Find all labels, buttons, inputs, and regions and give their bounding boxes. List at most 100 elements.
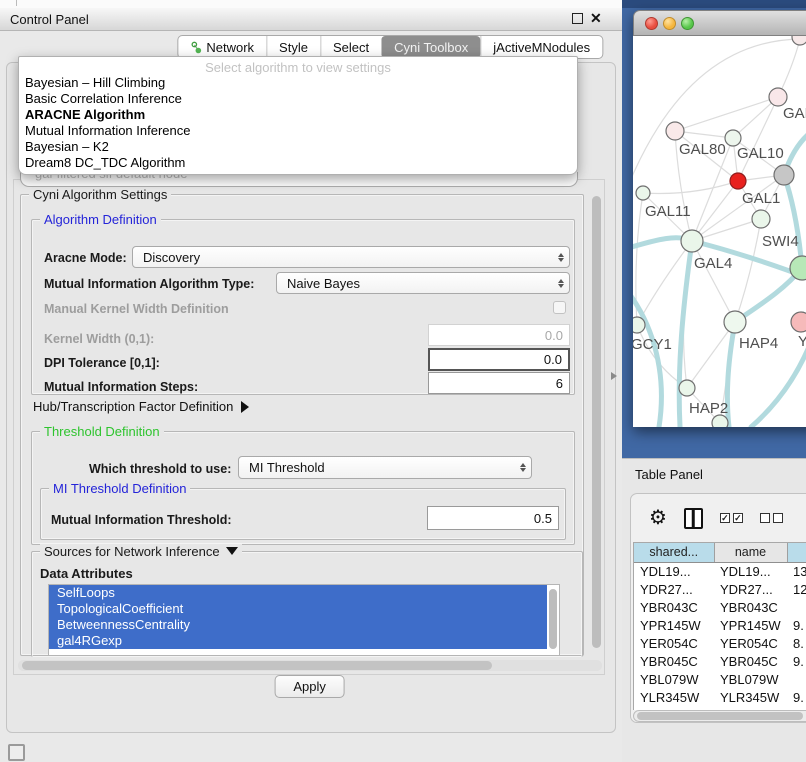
panel-resize-handle[interactable] <box>611 372 617 380</box>
apply-button[interactable]: Apply <box>275 675 345 698</box>
network-node[interactable] <box>752 210 770 228</box>
columns-icon[interactable] <box>684 508 703 529</box>
attribute-item[interactable]: gal4RGexp <box>49 633 547 649</box>
table-cell[interactable]: YDR27... <box>634 580 714 598</box>
algorithm-option[interactable]: Bayesian – Hill Climbing <box>19 75 577 91</box>
tab-network[interactable]: Network <box>178 36 266 58</box>
list-scrollbar[interactable] <box>549 589 557 649</box>
table-cell[interactable]: 13 <box>787 562 806 580</box>
column-header[interactable]: shared... <box>634 543 714 562</box>
table-row[interactable]: YBR043CYBR043C <box>634 598 806 616</box>
table-cell[interactable]: YER054C <box>634 634 714 652</box>
settings-scroll-area: Cyni Algorithm Settings Algorithm Defini… <box>13 179 605 675</box>
algorithm-option[interactable]: Mutual Information Inference <box>19 123 577 139</box>
table-row[interactable]: YBR045CYBR045C9. <box>634 652 806 670</box>
tab-select[interactable]: Select <box>320 36 381 58</box>
table-cell[interactable]: YDL19... <box>714 562 787 580</box>
table-cell[interactable]: YDR27... <box>714 580 787 598</box>
mi-algorithm-type-combo[interactable]: Naive Bayes <box>276 272 570 294</box>
table-cell[interactable]: YDL19... <box>634 562 714 580</box>
tab-cyni-toolbox[interactable]: Cyni Toolbox <box>381 36 480 58</box>
gear-icon[interactable]: ⚙ <box>649 508 667 528</box>
table-cell[interactable]: YER054C <box>714 634 787 652</box>
control-panel-titlebar: Control Panel ✕ <box>0 8 622 31</box>
table-panel: ⚙ ✓✓ shared...nameA YDL19...YDL19...13YD… <box>630 493 806 723</box>
table-cell[interactable]: YBL079W <box>714 670 787 688</box>
network-node-y[interactable] <box>791 312 806 332</box>
network-node[interactable] <box>792 36 806 45</box>
network-window-titlebar[interactable] <box>633 10 806 36</box>
table-cell[interactable]: 9. <box>787 652 806 670</box>
table-row[interactable]: YPR145WYPR145W9. <box>634 616 806 634</box>
table-row[interactable]: YBL079WYBL079W <box>634 670 806 688</box>
network-view-window[interactable]: GALGAL80GAL10GAL1GAL11GAL4SWI4GCY1HAP4YH… <box>633 10 806 427</box>
table-cell[interactable]: YLR345W <box>634 688 714 706</box>
table-cell[interactable]: 9. <box>787 616 806 634</box>
tab-jactivemnodules[interactable]: jActiveMNodules <box>480 36 602 58</box>
aracne-mode-combo[interactable]: Discovery <box>132 246 570 268</box>
minimize-traffic-light-icon[interactable] <box>663 17 676 30</box>
table-cell[interactable]: YBR045C <box>634 652 714 670</box>
column-header[interactable]: A <box>787 543 806 562</box>
table-row[interactable]: YDL19...YDL19...13 <box>634 562 806 580</box>
which-threshold-combo[interactable]: MI Threshold <box>238 456 532 479</box>
attribute-item[interactable]: TopologicalCoefficient <box>49 601 547 617</box>
table-cell[interactable]: 8. <box>787 634 806 652</box>
deselect-all-checks-icon[interactable] <box>760 513 783 523</box>
dpi-tolerance-input[interactable] <box>428 348 570 371</box>
network-node-gal4[interactable] <box>681 230 703 252</box>
table-horizontal-scrollbar[interactable] <box>633 710 806 722</box>
table-cell[interactable]: YBR043C <box>634 598 714 616</box>
network-node-gal11[interactable] <box>636 186 650 200</box>
table-cell[interactable]: 12 <box>787 580 806 598</box>
zoom-traffic-light-icon[interactable] <box>681 17 694 30</box>
table-row[interactable]: YDR27...YDR27...12 <box>634 580 806 598</box>
algorithm-option[interactable]: Dream8 DC_TDC Algorithm <box>19 155 577 171</box>
table-row[interactable]: YER054CYER054C8. <box>634 634 806 652</box>
table-cell[interactable]: YBR045C <box>714 652 787 670</box>
mi-steps-input[interactable] <box>428 372 570 394</box>
network-node-gal80[interactable] <box>666 122 684 140</box>
network-node[interactable] <box>774 165 794 185</box>
network-node-hap2[interactable] <box>679 380 695 396</box>
tab-style[interactable]: Style <box>266 36 320 58</box>
data-attributes-list[interactable]: SelfLoopsTopologicalCoefficientBetweenne… <box>48 584 560 656</box>
table-cell[interactable] <box>787 670 806 688</box>
table-cell[interactable]: YBL079W <box>634 670 714 688</box>
cyni-algorithm-settings-title: Cyni Algorithm Settings <box>29 187 171 202</box>
column-header[interactable]: name <box>714 543 787 562</box>
sources-toggle[interactable]: Sources for Network Inference <box>40 544 242 559</box>
table-cell[interactable]: YPR145W <box>714 616 787 634</box>
select-all-checks-icon[interactable]: ✓✓ <box>720 513 743 523</box>
algorithm-option[interactable]: Basic Correlation Inference <box>19 91 577 107</box>
table-cell[interactable]: 9. <box>787 688 806 706</box>
kernel-width-input[interactable] <box>428 324 570 346</box>
algorithm-option[interactable]: Bayesian – K2 <box>19 139 577 155</box>
algorithm-dropdown-placeholder: Select algorithm to view settings <box>19 57 577 75</box>
manual-kernel-width-checkbox[interactable] <box>553 301 566 314</box>
hub-definition-toggle[interactable]: Hub/Transcription Factor Definition <box>33 399 249 414</box>
settings-horizontal-scrollbar[interactable] <box>18 660 602 671</box>
network-node-hap4[interactable] <box>724 311 746 333</box>
network-node-gal[interactable] <box>769 88 787 106</box>
settings-vertical-scrollbar[interactable] <box>591 194 602 660</box>
grip-icon[interactable] <box>8 744 25 761</box>
desktop-top-band <box>622 0 806 8</box>
network-node-gal10[interactable] <box>725 130 741 146</box>
float-window-icon[interactable] <box>572 13 583 24</box>
network-node-gal1[interactable] <box>730 173 746 189</box>
attribute-item[interactable]: BetweennessCentrality <box>49 617 547 633</box>
table-cell[interactable]: YBR043C <box>714 598 787 616</box>
table-row[interactable]: YLR345WYLR345W9. <box>634 688 806 706</box>
algorithm-option[interactable]: ARACNE Algorithm <box>19 107 577 123</box>
tab-label: Style <box>279 40 308 55</box>
close-traffic-light-icon[interactable] <box>645 17 658 30</box>
attribute-item[interactable]: SelfLoops <box>49 585 547 601</box>
mi-threshold-input[interactable] <box>427 506 559 530</box>
table-cell[interactable] <box>787 598 806 616</box>
table-cell[interactable]: YLR345W <box>714 688 787 706</box>
network-canvas[interactable]: GALGAL80GAL10GAL1GAL11GAL4SWI4GCY1HAP4YH… <box>633 36 806 427</box>
network-node-gcy1[interactable] <box>633 317 645 333</box>
close-icon[interactable]: ✕ <box>590 10 602 27</box>
table-cell[interactable]: YPR145W <box>634 616 714 634</box>
